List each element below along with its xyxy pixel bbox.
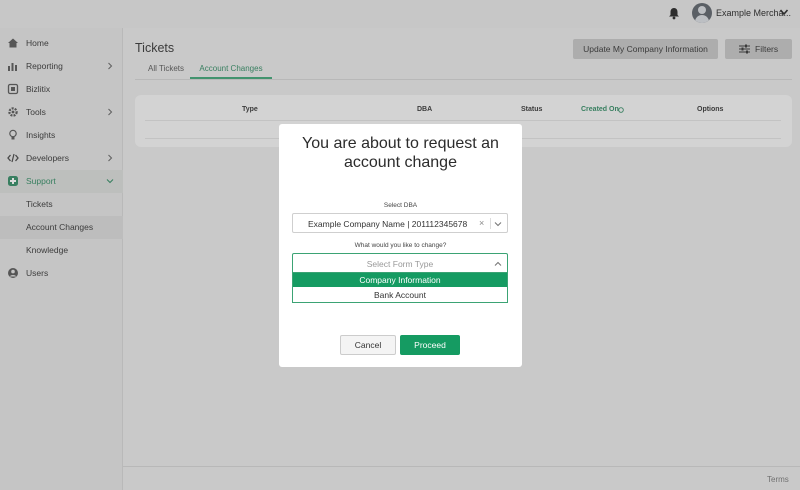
form-type-placeholder: Select Form Type <box>366 259 434 269</box>
chevron-up-icon[interactable] <box>494 260 502 268</box>
account-change-modal: You are about to request an account chan… <box>279 124 522 367</box>
clear-icon[interactable]: × <box>479 218 484 228</box>
form-type-select[interactable]: Select Form Type <box>292 253 508 273</box>
cancel-button[interactable]: Cancel <box>340 335 396 355</box>
chevron-down-icon[interactable] <box>494 220 502 228</box>
option-bank-account[interactable]: Bank Account <box>293 288 507 302</box>
change-type-label: What would you like to change? <box>354 242 447 249</box>
select-dba-label: Select DBA <box>383 202 418 209</box>
proceed-button[interactable]: Proceed <box>400 335 460 355</box>
dba-select-value: Example Company Name | 201112345678 <box>308 219 468 229</box>
option-company-information[interactable]: Company Information <box>293 273 507 287</box>
form-type-dropdown: Company Information Bank Account <box>292 273 508 303</box>
modal-title: You are about to request an account chan… <box>302 135 499 171</box>
dba-select[interactable]: Example Company Name | 201112345678 × <box>292 213 508 233</box>
select-separator <box>490 218 491 229</box>
